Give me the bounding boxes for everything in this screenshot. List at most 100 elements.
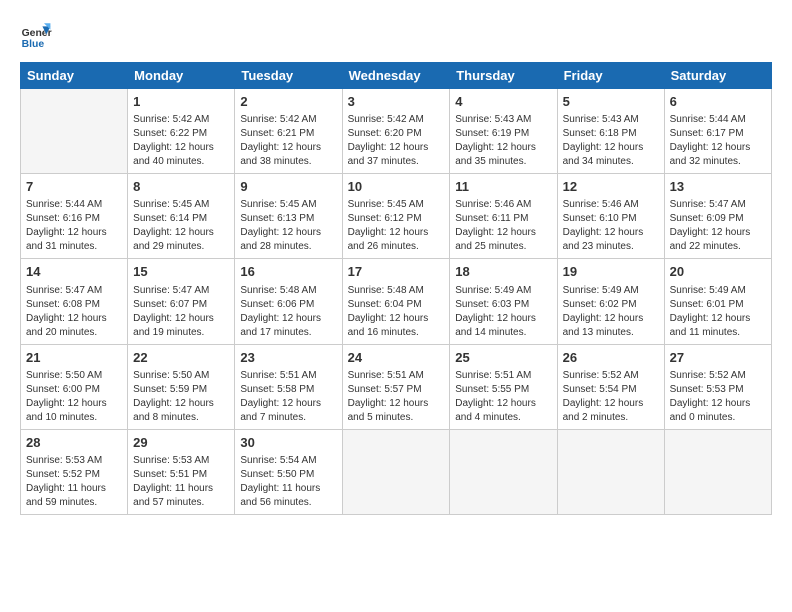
day-info-line: Daylight: 11 hours bbox=[133, 482, 229, 496]
day-info-line: Sunset: 6:04 PM bbox=[348, 298, 445, 312]
calendar-cell: 27Sunrise: 5:52 AMSunset: 5:53 PMDayligh… bbox=[664, 344, 771, 429]
day-info-line: Sunrise: 5:49 AM bbox=[563, 284, 659, 298]
day-info-line: Sunrise: 5:49 AM bbox=[455, 284, 551, 298]
calendar-cell: 8Sunrise: 5:45 AMSunset: 6:14 PMDaylight… bbox=[128, 174, 235, 259]
day-info-line: and 32 minutes. bbox=[670, 155, 766, 169]
day-info-line: Sunset: 5:55 PM bbox=[455, 383, 551, 397]
day-info-line: and 59 minutes. bbox=[26, 496, 122, 510]
calendar-cell bbox=[557, 429, 664, 514]
weekday-header: Tuesday bbox=[235, 63, 342, 89]
calendar-cell: 13Sunrise: 5:47 AMSunset: 6:09 PMDayligh… bbox=[664, 174, 771, 259]
day-number: 14 bbox=[26, 263, 122, 281]
calendar-cell: 29Sunrise: 5:53 AMSunset: 5:51 PMDayligh… bbox=[128, 429, 235, 514]
day-info-line: and 5 minutes. bbox=[348, 411, 445, 425]
day-info-line: and 25 minutes. bbox=[455, 240, 551, 254]
calendar-week-row: 21Sunrise: 5:50 AMSunset: 6:00 PMDayligh… bbox=[21, 344, 772, 429]
calendar-cell: 14 Sunrise: 5:47 AMSunset: 6:08 PMDayligh… bbox=[21, 259, 128, 344]
day-info-line: and 16 minutes. bbox=[348, 326, 445, 340]
day-info-line: Sunrise: 5:45 AM bbox=[133, 198, 229, 212]
day-info-line: and 34 minutes. bbox=[563, 155, 659, 169]
day-info-line: and 17 minutes. bbox=[240, 326, 336, 340]
day-info-line: and 26 minutes. bbox=[348, 240, 445, 254]
day-number: 20 bbox=[670, 263, 766, 281]
day-info-line: Sunset: 5:53 PM bbox=[670, 383, 766, 397]
day-info-line: Daylight: 12 hours bbox=[670, 397, 766, 411]
day-info-line: Sunrise: 5:52 AM bbox=[670, 369, 766, 383]
day-number: 7 bbox=[26, 178, 122, 196]
day-info-line: Daylight: 12 hours bbox=[348, 397, 445, 411]
calendar-week-row: 7 Sunrise: 5:44 AMSunset: 6:16 PM Daylight… bbox=[21, 174, 772, 259]
day-number: 11 bbox=[455, 178, 551, 196]
day-info-line: and 20 minutes. bbox=[26, 326, 122, 340]
calendar-cell: 5Sunrise: 5:43 AMSunset: 6:18 PMDaylight… bbox=[557, 89, 664, 174]
day-info-line: Daylight: 12 hours bbox=[133, 226, 229, 240]
day-info-line: Sunrise: 5:42 AM bbox=[133, 113, 229, 127]
day-info-line: Daylight: 12 hours bbox=[563, 141, 659, 155]
day-info-line: Sunset: 6:20 PM bbox=[348, 127, 445, 141]
day-info-line: and 29 minutes. bbox=[133, 240, 229, 254]
calendar-cell: 30 Sunrise: 5:54 AMSunset: 5:50 PMDayligh… bbox=[235, 429, 342, 514]
day-info-line: Daylight: 12 hours bbox=[455, 397, 551, 411]
calendar-cell: 26Sunrise: 5:52 AMSunset: 5:54 PMDayligh… bbox=[557, 344, 664, 429]
day-number: 30 bbox=[240, 434, 336, 452]
calendar-week-row: 28Sunrise: 5:53 AMSunset: 5:52 PMDayligh… bbox=[21, 429, 772, 514]
day-info-line: and 28 minutes. bbox=[240, 240, 336, 254]
day-info-line: Daylight: 12 hours bbox=[240, 141, 336, 155]
day-number: 18 bbox=[455, 263, 551, 281]
calendar-cell: 2Sunrise: 5:42 AMSunset: 6:21 PMDaylight… bbox=[235, 89, 342, 174]
day-info-line: Sunset: 6:10 PM bbox=[563, 212, 659, 226]
calendar-cell: 24Sunrise: 5:51 AMSunset: 5:57 PMDayligh… bbox=[342, 344, 450, 429]
day-number: 9 bbox=[240, 178, 336, 196]
day-info-line: Daylight: 12 hours bbox=[455, 312, 551, 326]
weekday-header: Monday bbox=[128, 63, 235, 89]
day-info-line: Daylight: 12 hours bbox=[133, 397, 229, 411]
day-info-line: Sunrise: 5:47 AM bbox=[670, 198, 766, 212]
day-info-line: Sunrise: 5:45 AM bbox=[348, 198, 445, 212]
day-info-line: Sunset: 6:00 PM bbox=[26, 383, 122, 397]
calendar-cell: 16Sunrise: 5:48 AMSunset: 6:06 PMDayligh… bbox=[235, 259, 342, 344]
day-info-line: Sunset: 6:16 PM bbox=[26, 212, 122, 226]
calendar-cell bbox=[664, 429, 771, 514]
calendar-week-row: 14Sunrise: 5:47 AMSunset: 6:08 PMDayligh… bbox=[21, 259, 772, 344]
day-info-line: Sunset: 6:01 PM bbox=[670, 298, 766, 312]
day-info-line: Sunset: 5:51 PM bbox=[133, 468, 229, 482]
logo-icon: General Blue bbox=[20, 20, 52, 52]
day-info-line: Daylight: 12 hours bbox=[240, 226, 336, 240]
day-info-line: Sunrise: 5:47 AM bbox=[26, 284, 122, 298]
day-info-line: Sunset: 6:07 PM bbox=[133, 298, 229, 312]
day-info-line: Sunrise: 5:43 AM bbox=[563, 113, 659, 127]
day-number: 8 bbox=[133, 178, 229, 196]
calendar-cell bbox=[342, 429, 450, 514]
day-info-line: Sunset: 6:03 PM bbox=[455, 298, 551, 312]
day-number: 22 bbox=[133, 349, 229, 367]
day-info-line: and 8 minutes. bbox=[133, 411, 229, 425]
day-info-line: Sunrise: 5:50 AM bbox=[26, 369, 122, 383]
calendar-cell: 23Sunrise: 5:51 AMSunset: 5:58 PMDayligh… bbox=[235, 344, 342, 429]
day-number: 10 bbox=[348, 178, 445, 196]
day-info-line: Sunrise: 5:48 AM bbox=[348, 284, 445, 298]
day-info-line: Daylight: 12 hours bbox=[670, 312, 766, 326]
day-info-line: Sunset: 6:08 PM bbox=[26, 298, 122, 312]
day-info-line: Sunset: 6:13 PM bbox=[240, 212, 336, 226]
day-number: 2 bbox=[240, 93, 336, 111]
day-number: 5 bbox=[563, 93, 659, 111]
day-info-line: Daylight: 12 hours bbox=[26, 397, 122, 411]
day-info-line: Sunset: 6:22 PM bbox=[133, 127, 229, 141]
day-info-line: Sunset: 5:52 PM bbox=[26, 468, 122, 482]
day-info-line: Sunrise: 5:42 AM bbox=[240, 113, 336, 127]
day-info-line: and 23 minutes. bbox=[563, 240, 659, 254]
day-info-line: Sunrise: 5:54 AM bbox=[240, 454, 336, 468]
calendar-cell: 9Sunrise: 5:45 AMSunset: 6:13 PMDaylight… bbox=[235, 174, 342, 259]
day-info-line: Sunset: 5:50 PM bbox=[240, 468, 336, 482]
day-info-line: Sunset: 6:11 PM bbox=[455, 212, 551, 226]
calendar-cell: 22Sunrise: 5:50 AMSunset: 5:59 PMDayligh… bbox=[128, 344, 235, 429]
day-info-line: and 10 minutes. bbox=[26, 411, 122, 425]
day-info-line: Daylight: 12 hours bbox=[563, 226, 659, 240]
day-info-line: Daylight: 12 hours bbox=[348, 141, 445, 155]
day-info-line: Sunrise: 5:44 AM bbox=[26, 198, 122, 212]
day-number: 29 bbox=[133, 434, 229, 452]
day-info-line: Daylight: 12 hours bbox=[26, 312, 122, 326]
day-info-line: Daylight: 11 hours bbox=[240, 482, 336, 496]
day-info-line: Sunset: 6:09 PM bbox=[670, 212, 766, 226]
calendar-cell: 12Sunrise: 5:46 AMSunset: 6:10 PMDayligh… bbox=[557, 174, 664, 259]
